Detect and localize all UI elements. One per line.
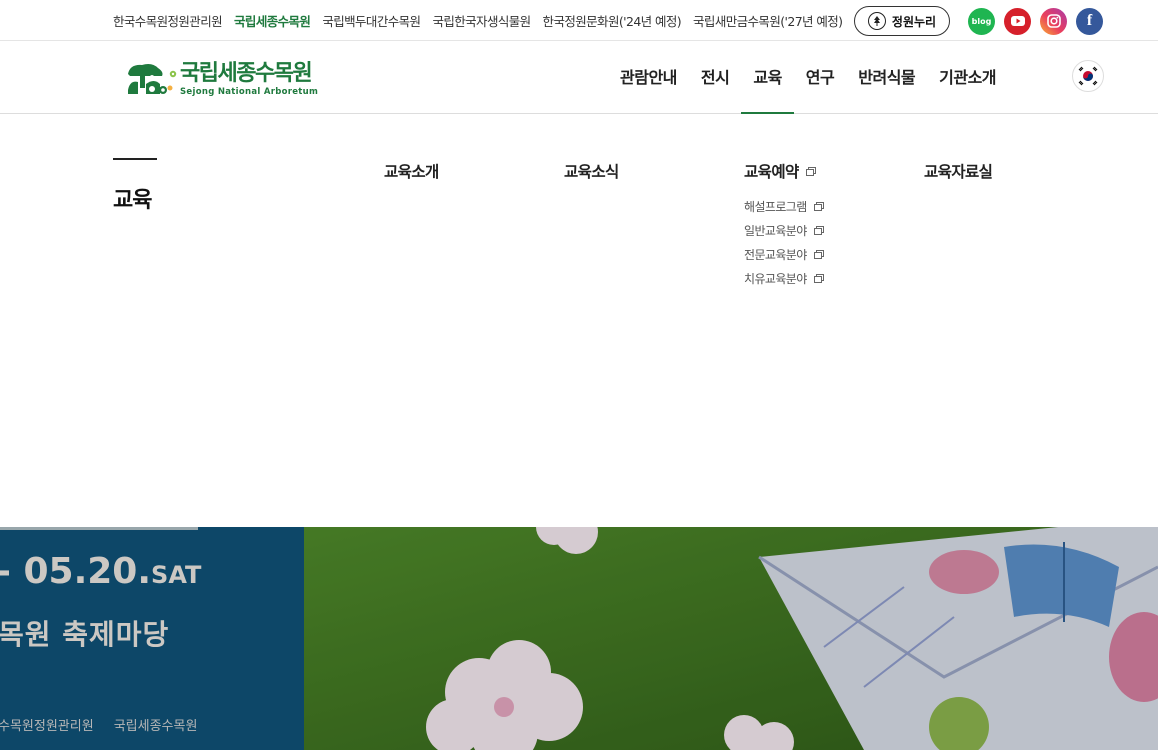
external-link-icon bbox=[813, 225, 824, 235]
top-utility-bar: 한국수목원정원관리원 국립세종수목원 국립백두대간수목원 국립한국자생식물원 한… bbox=[0, 0, 1158, 41]
menu-reservation-label: 교육예약 bbox=[744, 163, 799, 181]
global-navigation: 관람안내 전시 교육 연구 반려식물 기관소개 bbox=[608, 41, 1008, 115]
gnb-item-education[interactable]: 교육 bbox=[741, 41, 795, 115]
menu-column-resources: 교육자료실 bbox=[924, 160, 993, 182]
submenu-item-general-education[interactable]: 일반교육분야 bbox=[744, 218, 824, 242]
family-sites-nav: 한국수목원정원관리원 국립세종수목원 국립백두대간수목원 국립한국자생식물원 한… bbox=[113, 0, 854, 41]
menu-link-education-news[interactable]: 교육소식 bbox=[564, 160, 619, 182]
facebook-icon[interactable]: f bbox=[1076, 7, 1103, 35]
utility-links: 정원누리 blog f bbox=[854, 6, 1103, 36]
family-site-link-3[interactable]: 국립한국자생식물원 bbox=[432, 11, 531, 30]
mega-menu-title: 교육 bbox=[113, 188, 152, 213]
instagram-icon[interactable] bbox=[1040, 7, 1067, 35]
site-logo[interactable]: 국립세종수목원 Sejong National Arboretum bbox=[126, 60, 318, 98]
external-link-icon bbox=[813, 249, 824, 259]
submenu-item-healing-education[interactable]: 치유교육분야 bbox=[744, 266, 824, 290]
family-site-link-2[interactable]: 국립백두대간수목원 bbox=[322, 11, 421, 30]
external-link-icon bbox=[813, 273, 824, 283]
menu-link-education-intro[interactable]: 교육소개 bbox=[384, 160, 439, 182]
menu-link-education-reservation[interactable]: 교육예약 bbox=[744, 160, 824, 182]
gnb-item-companion-plants[interactable]: 반려식물 bbox=[846, 41, 927, 114]
logo-korean-name: 국립세종수목원 bbox=[180, 60, 313, 86]
family-site-link-5[interactable]: 국립새만금수목원('27년 예정) bbox=[693, 11, 843, 30]
heading-divider bbox=[113, 158, 157, 160]
menu-link-education-resources[interactable]: 교육자료실 bbox=[924, 160, 993, 182]
banner-dim-overlay bbox=[0, 527, 1158, 750]
arboretum-logo-icon bbox=[126, 60, 178, 98]
language-button[interactable] bbox=[1072, 60, 1104, 92]
gnb-item-research[interactable]: 연구 bbox=[794, 41, 846, 114]
mega-menu-heading: 교육 bbox=[113, 158, 157, 214]
gnb-item-visit-info[interactable]: 관람안내 bbox=[608, 41, 689, 114]
education-mega-menu: 교육 교육소개 교육소식 교육예약 해설프로그램 일반교육분야 전문교육분야 치… bbox=[0, 114, 1158, 527]
logo-english-name: Sejong National Arboretum bbox=[180, 86, 319, 97]
logo-text: 국립세종수목원 Sejong National Arboretum bbox=[180, 60, 319, 97]
submenu-item-label: 치유교육분야 bbox=[744, 271, 807, 286]
garden-nuri-icon bbox=[867, 12, 886, 30]
submenu-item-professional-education[interactable]: 전문교육분야 bbox=[744, 242, 824, 266]
menu-column-news: 교육소식 bbox=[564, 160, 619, 182]
garden-nuri-label: 정원누리 bbox=[891, 14, 937, 29]
gnb-item-about[interactable]: 기관소개 bbox=[927, 41, 1008, 114]
blog-icon[interactable]: blog bbox=[968, 7, 995, 35]
reservation-submenu: 해설프로그램 일반교육분야 전문교육분야 치유교육분야 bbox=[744, 194, 824, 290]
family-site-link-0[interactable]: 한국수목원정원관리원 bbox=[113, 11, 223, 30]
menu-column-reservation: 교육예약 해설프로그램 일반교육분야 전문교육분야 치유교육분야 bbox=[744, 160, 824, 290]
main-header: 국립세종수목원 Sejong National Arboretum 관람안내 전… bbox=[0, 41, 1158, 115]
youtube-icon[interactable] bbox=[1004, 7, 1031, 35]
external-link-icon bbox=[805, 166, 816, 176]
garden-nuri-button[interactable]: 정원누리 bbox=[854, 6, 950, 36]
main-visual-banner[interactable]: - 05.20.SAT 목원 축제마당 수목원정원관리원 국립세종수목원 bbox=[0, 527, 1158, 750]
family-site-link-1[interactable]: 국립세종수목원 bbox=[234, 11, 311, 30]
submenu-item-label: 일반교육분야 bbox=[744, 223, 807, 238]
menu-column-intro: 교육소개 bbox=[384, 160, 439, 182]
submenu-item-guided-program[interactable]: 해설프로그램 bbox=[744, 194, 824, 218]
external-link-icon bbox=[813, 201, 824, 211]
family-site-link-4[interactable]: 한국정원문화원('24년 예정) bbox=[543, 11, 682, 30]
korea-flag-icon bbox=[1078, 66, 1098, 86]
submenu-item-label: 전문교육분야 bbox=[744, 247, 807, 262]
gnb-item-exhibition[interactable]: 전시 bbox=[689, 41, 741, 114]
submenu-item-label: 해설프로그램 bbox=[744, 199, 807, 214]
